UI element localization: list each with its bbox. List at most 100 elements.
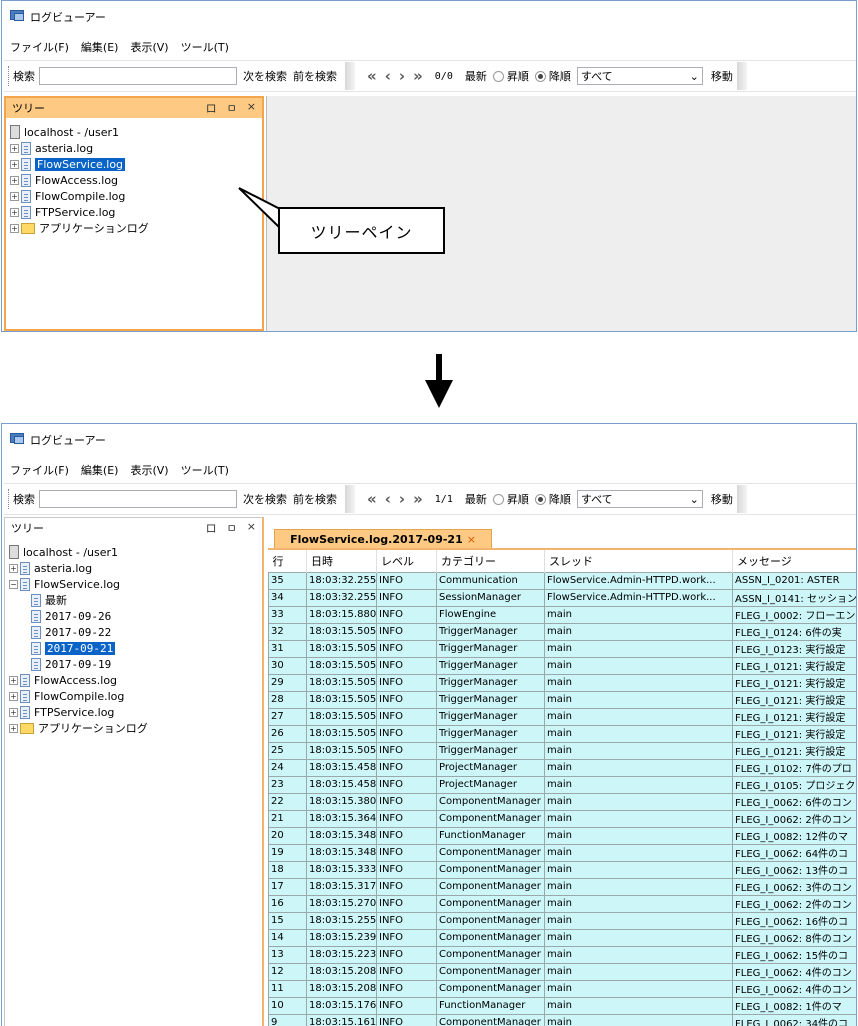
expander-icon[interactable]: +: [10, 143, 19, 153]
expander-icon[interactable]: +: [9, 707, 18, 717]
col-header-message[interactable]: メッセージ: [732, 550, 856, 572]
tree-item[interactable]: + asteria.log: [9, 560, 262, 576]
expander-icon[interactable]: +: [10, 207, 19, 217]
menu-edit[interactable]: 編集(E): [81, 39, 119, 55]
move-button[interactable]: 移動: [711, 68, 733, 84]
expander-icon[interactable]: +: [10, 175, 19, 185]
desc-radio[interactable]: 降順: [534, 68, 571, 84]
asc-radio[interactable]: 昇順: [492, 68, 529, 84]
table-row[interactable]: 17 18:03:15.317 INFO ComponentManager main FL…: [268, 877, 856, 896]
close-icon[interactable]: ×: [247, 100, 256, 116]
menu-view[interactable]: 表示(V): [130, 462, 168, 478]
table-row[interactable]: 10 18:03:15.176 INFO FunctionManager main FLE…: [268, 996, 856, 1015]
tree-item[interactable]: 最新: [9, 592, 262, 608]
search-input[interactable]: [39, 67, 237, 85]
search-input[interactable]: [39, 490, 237, 508]
expander-icon[interactable]: +: [9, 675, 18, 685]
expander-icon[interactable]: +: [10, 191, 19, 201]
tree-item[interactable]: 2017-09-21: [9, 640, 262, 656]
col-header-level[interactable]: レベル: [376, 550, 437, 572]
find-next-button[interactable]: 次を検索: [243, 68, 287, 84]
col-header-thread[interactable]: スレッド: [544, 550, 733, 572]
table-row[interactable]: 35 18:03:32.255 INFO Communication FlowServi…: [268, 571, 856, 590]
table-row[interactable]: 16 18:03:15.270 INFO ComponentManager main FL…: [268, 894, 856, 913]
first-page-icon[interactable]: «: [367, 491, 377, 507]
next-page-icon[interactable]: ›: [399, 491, 405, 507]
menu-file[interactable]: ファイル(F): [10, 39, 69, 55]
toolbar-grip[interactable]: [8, 489, 11, 509]
last-page-icon[interactable]: »: [413, 491, 423, 507]
tree-item[interactable]: + FlowService.log: [10, 156, 262, 172]
tree-item[interactable]: + FTPService.log: [10, 204, 262, 220]
expander-icon[interactable]: −: [9, 579, 18, 589]
menu-view[interactable]: 表示(V): [130, 39, 168, 55]
table-row[interactable]: 24 18:03:15.458 INFO ProjectManager main FLEG…: [268, 758, 856, 777]
find-prev-button[interactable]: 前を検索: [293, 68, 337, 84]
table-row[interactable]: 21 18:03:15.364 INFO ComponentManager main FL…: [268, 809, 856, 828]
tree-item[interactable]: localhost - /user1: [9, 544, 262, 560]
tree-item[interactable]: localhost - /user1: [10, 124, 262, 140]
table-row[interactable]: 14 18:03:15.239 INFO ComponentManager main FL…: [268, 928, 856, 947]
table-row[interactable]: 32 18:03:15.505 INFO TriggerManager main FLEG…: [268, 622, 856, 641]
tab-close-icon[interactable]: ×: [467, 533, 476, 546]
toolbar-grip[interactable]: [8, 66, 11, 86]
table-row[interactable]: 13 18:03:15.223 INFO ComponentManager main FL…: [268, 945, 856, 964]
tree-item[interactable]: − FlowService.log: [9, 576, 262, 592]
asc-radio[interactable]: 昇順: [492, 491, 529, 507]
tab-flowservice-log[interactable]: FlowService.log.2017-09-21 ×: [274, 529, 492, 549]
menu-file[interactable]: ファイル(F): [10, 462, 69, 478]
expander-icon[interactable]: +: [9, 691, 18, 701]
menu-tools[interactable]: ツール(T): [181, 462, 229, 478]
expander-icon[interactable]: +: [10, 223, 19, 233]
prev-page-icon[interactable]: ‹: [385, 68, 391, 84]
table-row[interactable]: 33 18:03:15.880 INFO FlowEngine main FLEG_I_0…: [268, 605, 856, 624]
table-row[interactable]: 25 18:03:15.505 INFO TriggerManager main FLEG…: [268, 741, 856, 760]
tree-item[interactable]: 2017-09-22: [9, 624, 262, 640]
table-row[interactable]: 15 18:03:15.255 INFO ComponentManager main FL…: [268, 911, 856, 930]
table-row[interactable]: 9 18:03:15.161 INFO ComponentManager main FLE…: [268, 1013, 856, 1026]
table-row[interactable]: 26 18:03:15.505 INFO TriggerManager main FLEG…: [268, 724, 856, 743]
next-page-icon[interactable]: ›: [399, 68, 405, 84]
tree-item[interactable]: + asteria.log: [10, 140, 262, 156]
expander-icon[interactable]: +: [10, 159, 19, 169]
pin-icon[interactable]: ㅁ: [227, 100, 237, 116]
pin-icon[interactable]: ㅁ: [227, 520, 237, 536]
table-row[interactable]: 19 18:03:15.348 INFO ComponentManager main FL…: [268, 843, 856, 862]
table-row[interactable]: 30 18:03:15.505 INFO TriggerManager main FLEG…: [268, 656, 856, 675]
menu-tools[interactable]: ツール(T): [181, 39, 229, 55]
table-row[interactable]: 34 18:03:32.255 INFO SessionManager FlowServ…: [268, 588, 856, 607]
table-row[interactable]: 28 18:03:15.505 INFO TriggerManager main FLEG…: [268, 690, 856, 709]
float-icon[interactable]: ロ: [206, 520, 217, 536]
latest-button[interactable]: 最新: [465, 68, 487, 84]
last-page-icon[interactable]: »: [413, 68, 423, 84]
table-row[interactable]: 20 18:03:15.348 INFO FunctionManager main FLE…: [268, 826, 856, 845]
col-header-row[interactable]: 行: [268, 550, 307, 572]
tree-item[interactable]: + アプリケーションログ: [9, 720, 262, 736]
table-row[interactable]: 18 18:03:15.333 INFO ComponentManager main FL…: [268, 860, 856, 879]
table-row[interactable]: 31 18:03:15.505 INFO TriggerManager main FLEG…: [268, 639, 856, 658]
level-filter-select[interactable]: すべて ⌄: [576, 490, 703, 508]
table-row[interactable]: 11 18:03:15.208 INFO ComponentManager main FL…: [268, 979, 856, 998]
menu-edit[interactable]: 編集(E): [81, 462, 119, 478]
move-button[interactable]: 移動: [711, 491, 733, 507]
expander-icon[interactable]: +: [9, 563, 18, 573]
level-filter-select[interactable]: すべて ⌄: [576, 67, 703, 85]
tree-item[interactable]: + アプリケーションログ: [10, 220, 262, 236]
tree-item[interactable]: + FlowAccess.log: [9, 672, 262, 688]
table-row[interactable]: 23 18:03:15.458 INFO ProjectManager main FLEG…: [268, 775, 856, 794]
table-row[interactable]: 12 18:03:15.208 INFO ComponentManager main FL…: [268, 962, 856, 981]
close-icon[interactable]: ×: [247, 520, 256, 536]
latest-button[interactable]: 最新: [465, 491, 487, 507]
tree-item[interactable]: 2017-09-19: [9, 656, 262, 672]
desc-radio[interactable]: 降順: [534, 491, 571, 507]
col-header-datetime[interactable]: 日時: [306, 550, 377, 572]
expander-icon[interactable]: +: [9, 723, 18, 733]
find-next-button[interactable]: 次を検索: [243, 491, 287, 507]
float-icon[interactable]: ロ: [206, 100, 217, 116]
find-prev-button[interactable]: 前を検索: [293, 491, 337, 507]
tree-item[interactable]: + FlowCompile.log: [10, 188, 262, 204]
table-row[interactable]: 29 18:03:15.505 INFO TriggerManager main FLEG…: [268, 673, 856, 692]
prev-page-icon[interactable]: ‹: [385, 491, 391, 507]
tree-item[interactable]: + FlowCompile.log: [9, 688, 262, 704]
tree-item[interactable]: + FTPService.log: [9, 704, 262, 720]
